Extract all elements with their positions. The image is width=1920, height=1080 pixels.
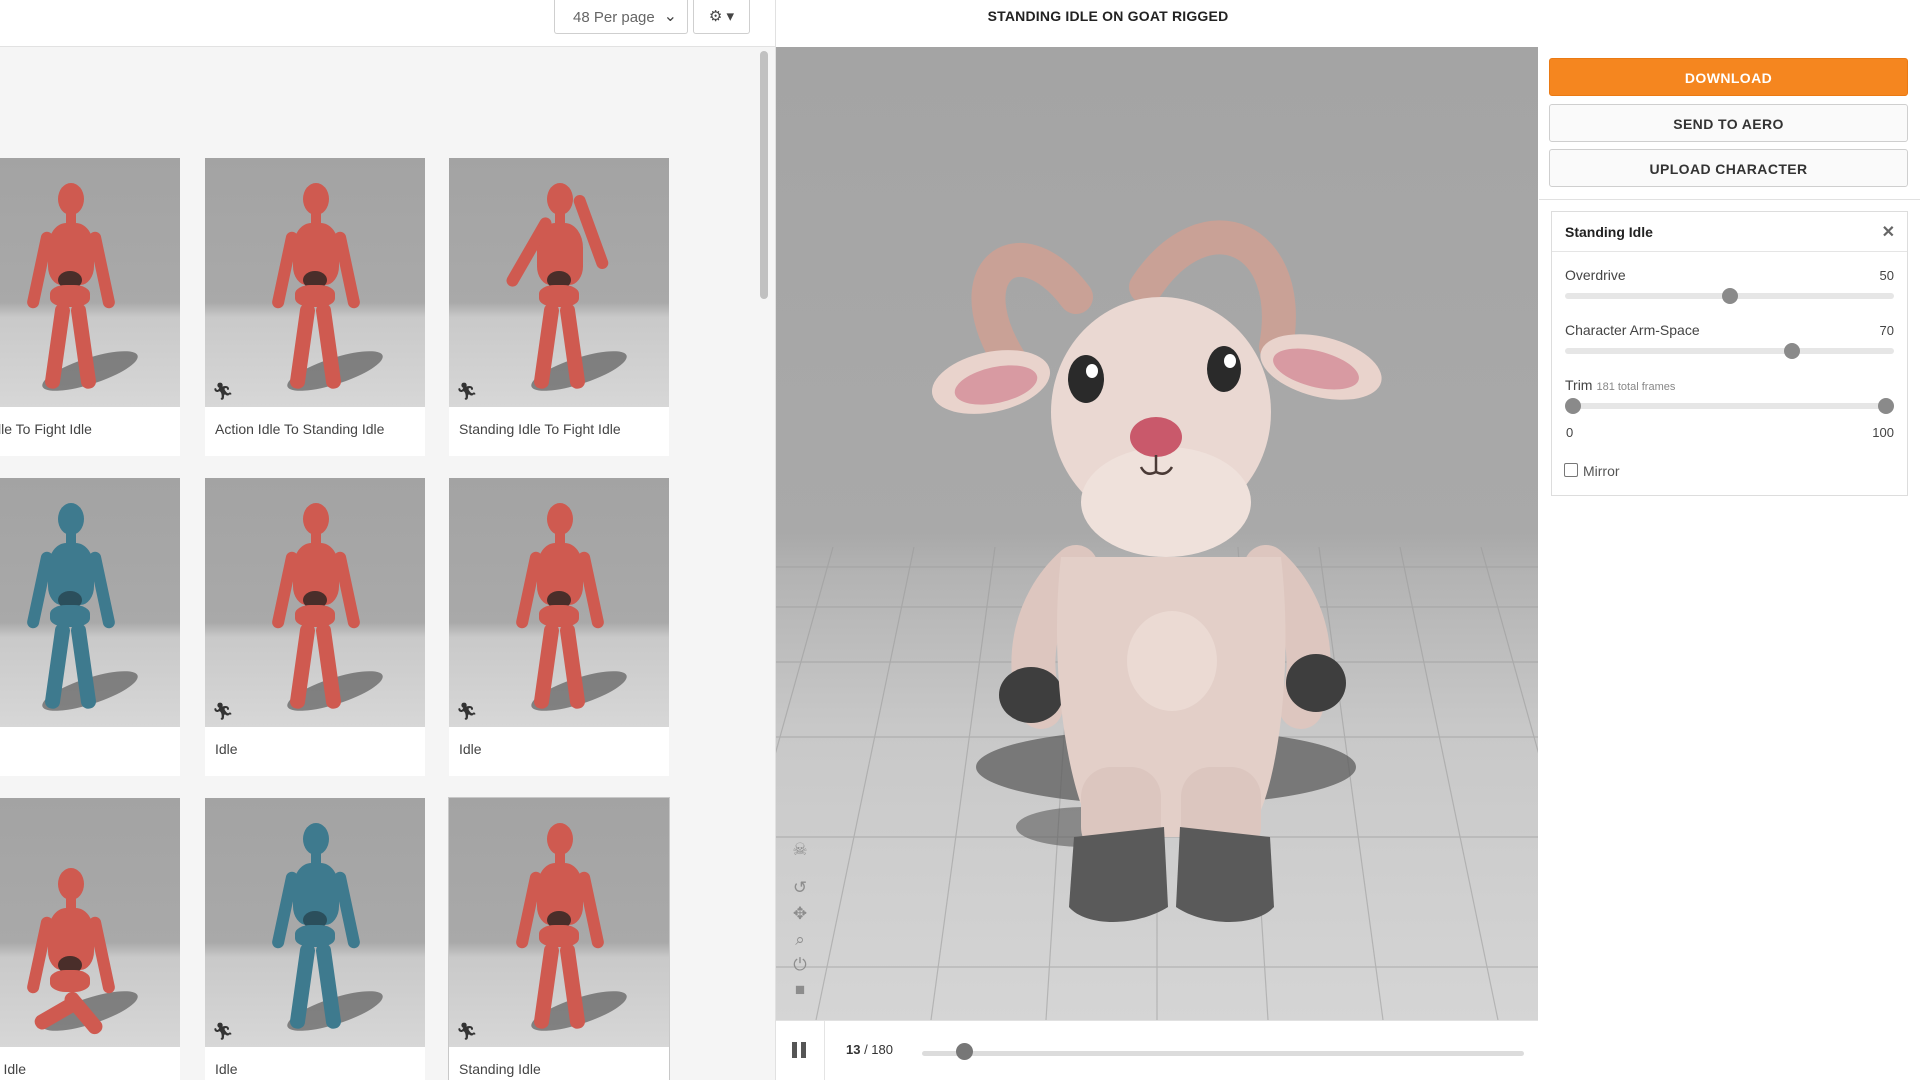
armspace-slider-thumb[interactable] — [1784, 343, 1801, 359]
playback-separator — [824, 1021, 825, 1080]
trim-start-thumb[interactable] — [1565, 398, 1581, 414]
animation-properties: Standing Idle ✕ Overdrive 50 Character A… — [1551, 211, 1908, 496]
trim-max-value: 100 — [1872, 425, 1894, 440]
pause-icon — [792, 1042, 797, 1058]
trim-label: Trim 181 total frames — [1565, 377, 1675, 393]
move-icon[interactable]: ✥ — [790, 904, 810, 924]
trim-min-value: 0 — [1566, 425, 1574, 440]
overdrive-value: 50 — [1879, 268, 1894, 283]
armspace-value: 70 — [1879, 323, 1894, 338]
mannequin-figure — [265, 183, 365, 393]
frame-counter: 13 / 180 — [846, 1042, 893, 1057]
mannequin-figure — [20, 868, 120, 1037]
running-man-icon: 🏃︎ — [212, 702, 234, 721]
running-man-icon: 🏃︎ — [212, 382, 234, 401]
animation-thumbnail: 🏃︎ — [0, 478, 180, 727]
settings-gear-button[interactable]: ⚙ ▾ — [693, 0, 750, 34]
animation-library-panel: 48 Per page ⌄ ⚙ ▾ 🏃︎ on Idle To Fight Idl… — [0, 0, 775, 1080]
mirror-label: Mirror — [1583, 463, 1620, 479]
properties-header: Standing Idle ✕ — [1552, 212, 1907, 252]
zoom-icon[interactable]: ⌕ — [790, 930, 810, 950]
timeline-scrubber[interactable] — [956, 1043, 974, 1060]
per-page-select[interactable]: 48 Per page ⌄ — [554, 0, 688, 34]
trim-total-frames: 181 total frames — [1596, 381, 1676, 393]
animation-thumbnail: 🏃︎ — [0, 798, 180, 1047]
animation-thumbnail: 🏃︎ — [449, 798, 669, 1047]
skull-icon[interactable]: ☠ — [790, 840, 810, 860]
total-frames: / 180 — [860, 1042, 893, 1057]
overdrive-slider-thumb[interactable] — [1721, 288, 1738, 304]
animation-thumbnail: 🏃︎ — [205, 798, 425, 1047]
mannequin-figure — [20, 503, 120, 713]
undo-icon[interactable]: ↺ — [790, 878, 810, 898]
animation-card[interactable]: 🏃︎ Idle — [449, 478, 669, 776]
armspace-slider[interactable] — [1565, 348, 1894, 354]
goat-character — [931, 220, 1382, 922]
animation-thumbnail: 🏃︎ — [449, 158, 669, 407]
download-button[interactable]: DOWNLOAD — [1549, 58, 1908, 96]
animation-card[interactable]: 🏃︎ Idle — [205, 798, 425, 1080]
pause-button[interactable] — [792, 1042, 810, 1060]
armspace-label: Character Arm-Space — [1565, 322, 1700, 338]
animation-card[interactable]: 🏃︎ — [0, 478, 180, 776]
animation-card-label: eling Idle — [0, 1061, 27, 1077]
trim-end-thumb[interactable] — [1878, 398, 1894, 414]
upload-character-button[interactable]: UPLOAD CHARACTER — [1549, 149, 1908, 187]
animation-card-label: Idle — [215, 741, 238, 757]
animation-card[interactable]: 🏃︎ Standing Idle To Fight Idle — [449, 158, 669, 456]
animation-thumbnail: 🏃︎ — [0, 158, 180, 407]
running-man-icon: 🏃︎ — [456, 702, 478, 721]
scrollbar-thumb[interactable] — [760, 51, 768, 299]
animation-card-label: Idle — [215, 1061, 238, 1077]
running-man-icon: 🏃︎ — [456, 1022, 478, 1041]
running-man-icon: 🏃︎ — [456, 382, 478, 401]
mannequin-figure — [265, 503, 365, 713]
animation-name: Standing Idle — [1565, 224, 1653, 240]
animation-card[interactable]: 🏃︎ eling Idle — [0, 798, 180, 1080]
timeline-track[interactable] — [922, 1051, 1524, 1056]
chevron-down-icon: ⌄ — [663, 8, 677, 25]
page-title: STANDING IDLE ON GOAT RIGGED — [987, 8, 1229, 24]
mannequin-figure — [509, 823, 609, 1033]
close-icon[interactable]: ✕ — [1882, 222, 1895, 242]
animation-card-label: Standing Idle — [459, 1061, 541, 1077]
current-frame: 13 — [846, 1042, 861, 1057]
mannequin-figure — [504, 183, 610, 393]
animation-thumbnail: 🏃︎ — [449, 478, 669, 727]
animation-card-label: Standing Idle To Fight Idle — [459, 421, 621, 437]
running-man-icon: 🏃︎ — [212, 1022, 234, 1041]
mannequin-figure — [509, 503, 609, 713]
settings-panel — [1539, 47, 1920, 1080]
power-icon[interactable]: ⏻ — [790, 955, 810, 975]
animation-card[interactable]: 🏃︎ Standing Idle — [449, 798, 669, 1080]
animation-thumbnail: 🏃︎ — [205, 158, 425, 407]
animation-card[interactable]: 🏃︎ Idle — [205, 478, 425, 776]
overdrive-label: Overdrive — [1565, 267, 1626, 283]
animation-card[interactable]: 🏃︎ on Idle To Fight Idle — [0, 158, 180, 456]
animation-card-label: on Idle To Fight Idle — [0, 421, 92, 437]
send-to-aero-button[interactable]: SEND TO AERO — [1549, 104, 1908, 142]
mirror-checkbox[interactable] — [1564, 463, 1578, 477]
trim-slider[interactable] — [1565, 403, 1894, 409]
3d-viewport[interactable] — [776, 47, 1538, 1020]
animation-card-label: Action Idle To Standing Idle — [215, 421, 385, 437]
animation-card[interactable]: 🏃︎ Action Idle To Standing Idle — [205, 158, 425, 456]
mannequin-figure — [20, 183, 120, 393]
animation-card-label: Idle — [459, 741, 482, 757]
animation-thumbnail: 🏃︎ — [205, 478, 425, 727]
mannequin-figure — [265, 823, 365, 1033]
per-page-label: 48 Per page — [573, 9, 655, 26]
trim-label-text: Trim — [1565, 377, 1593, 393]
pause-icon-bar — [801, 1042, 806, 1058]
panel-separator — [1539, 199, 1920, 200]
camera-icon[interactable]: ■ — [790, 980, 810, 1000]
